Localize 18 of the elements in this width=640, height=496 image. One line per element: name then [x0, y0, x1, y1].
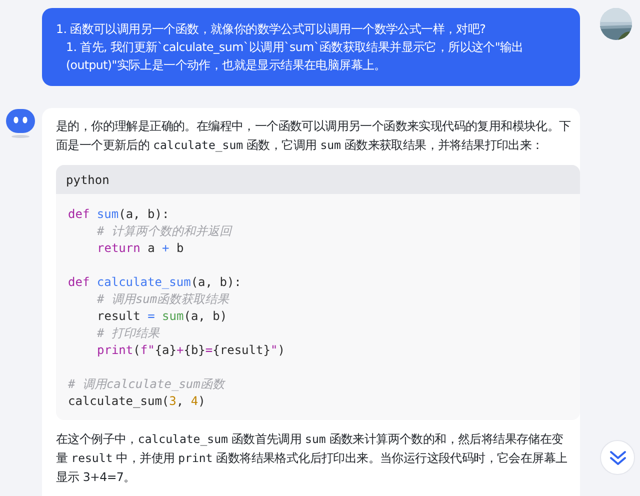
- code-line: def sum(a, b):: [68, 206, 170, 223]
- message-text: 1. 首先, 我们更新`calculate_sum`以调用`sum`函数获取结果并显示它，所以这个"输出(output)"实际上是一个动作，也就是显示结果在电脑屏幕上。: [65, 39, 524, 74]
- message-text: 1. 函数可以调用另一个函数，就像你的数学公式可以调用一个数学公式一样，对吧?: [56, 21, 487, 38]
- code-line: def calculate_sum(a, b):: [68, 274, 242, 291]
- code-line: # 调用sum函数获取结果: [96, 291, 230, 308]
- code-line: # 打印结果: [96, 325, 161, 342]
- robot-avatar-icon: [5, 108, 36, 138]
- code-line: return a + b: [96, 240, 185, 257]
- code-line: result = sum(a, b): [96, 308, 228, 325]
- message-text: 在这个例子中，calculate_sum 函数首先调用 sum 函数来计算两个数的和，然后将结果存储在变量 result 中，并使用 print 函数将结果格式化后打印出来。当你运行这段代码时，它会在屏幕上显示 3+4=7。: [56, 431, 568, 486]
- code-line: # 计算两个数的和并返回: [96, 223, 234, 240]
- double-chevron-down-icon: [608, 450, 626, 466]
- code-language-label: python: [56, 165, 580, 194]
- message-text: 是的，你的理解是正确的。在编程中，一个函数可以调用另一个函数来实现代码的复用和模块化。下面是一个更新后的 calculate_sum 函数，它调用 sum 函数来获取结果，并将结果打印出来：: [56, 118, 572, 154]
- code-line: print(f"{a}+{b}={result}"): [96, 342, 286, 359]
- code-line: calculate_sum(3, 4): [68, 393, 206, 410]
- scroll-down-button[interactable]: [600, 440, 635, 475]
- code-line: # 调用calculate_sum函数: [68, 376, 226, 393]
